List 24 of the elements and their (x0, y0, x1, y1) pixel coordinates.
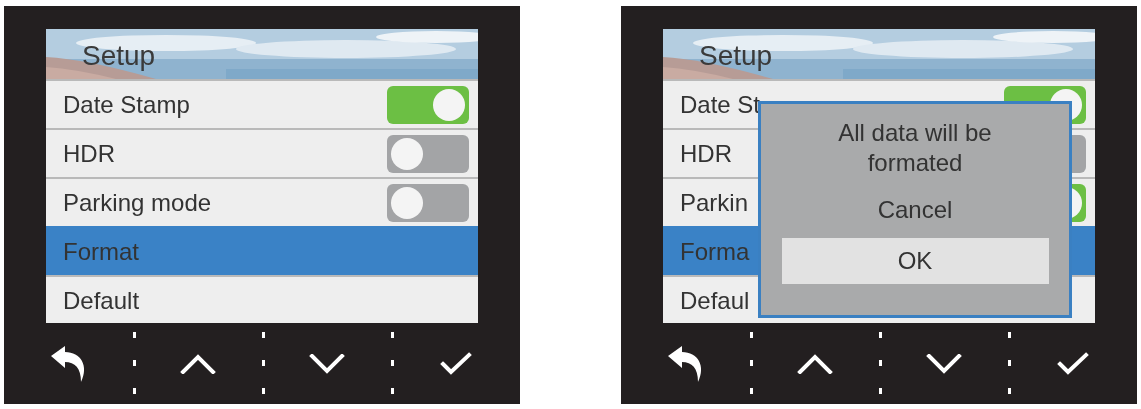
down-chevron-icon[interactable] (925, 353, 962, 374)
toggle-switch[interactable] (387, 85, 469, 124)
dialog-button[interactable]: OK (781, 238, 1049, 284)
menu-item-label: Date St (680, 90, 761, 119)
menu-item-label: Default (63, 286, 140, 315)
toggle-switch[interactable] (387, 183, 469, 222)
checkmark-icon[interactable] (1056, 351, 1089, 376)
menu-item-label: Forma (680, 237, 750, 266)
up-chevron-icon[interactable] (796, 353, 833, 374)
menu-item-label: Format (63, 237, 139, 266)
menu-item-label: HDR (63, 139, 115, 168)
dialog-button[interactable]: Cancel (857, 192, 973, 228)
down-chevron-icon[interactable] (308, 353, 345, 374)
screen-title: Setup (82, 40, 156, 72)
screen-title: Setup (699, 40, 773, 72)
menu-item-label: Parking mode (63, 188, 212, 217)
menu-item-label: Defaul (680, 286, 750, 315)
checkmark-icon[interactable] (439, 351, 472, 376)
menu-item-label: Parkin (680, 188, 749, 217)
up-chevron-icon[interactable] (179, 353, 216, 374)
toggle-switch[interactable] (387, 134, 469, 173)
menu-item-label: HDR (680, 139, 732, 168)
dialog-message: All data will be formated (837, 118, 993, 178)
menu-item-label: Date Stamp (63, 90, 190, 119)
